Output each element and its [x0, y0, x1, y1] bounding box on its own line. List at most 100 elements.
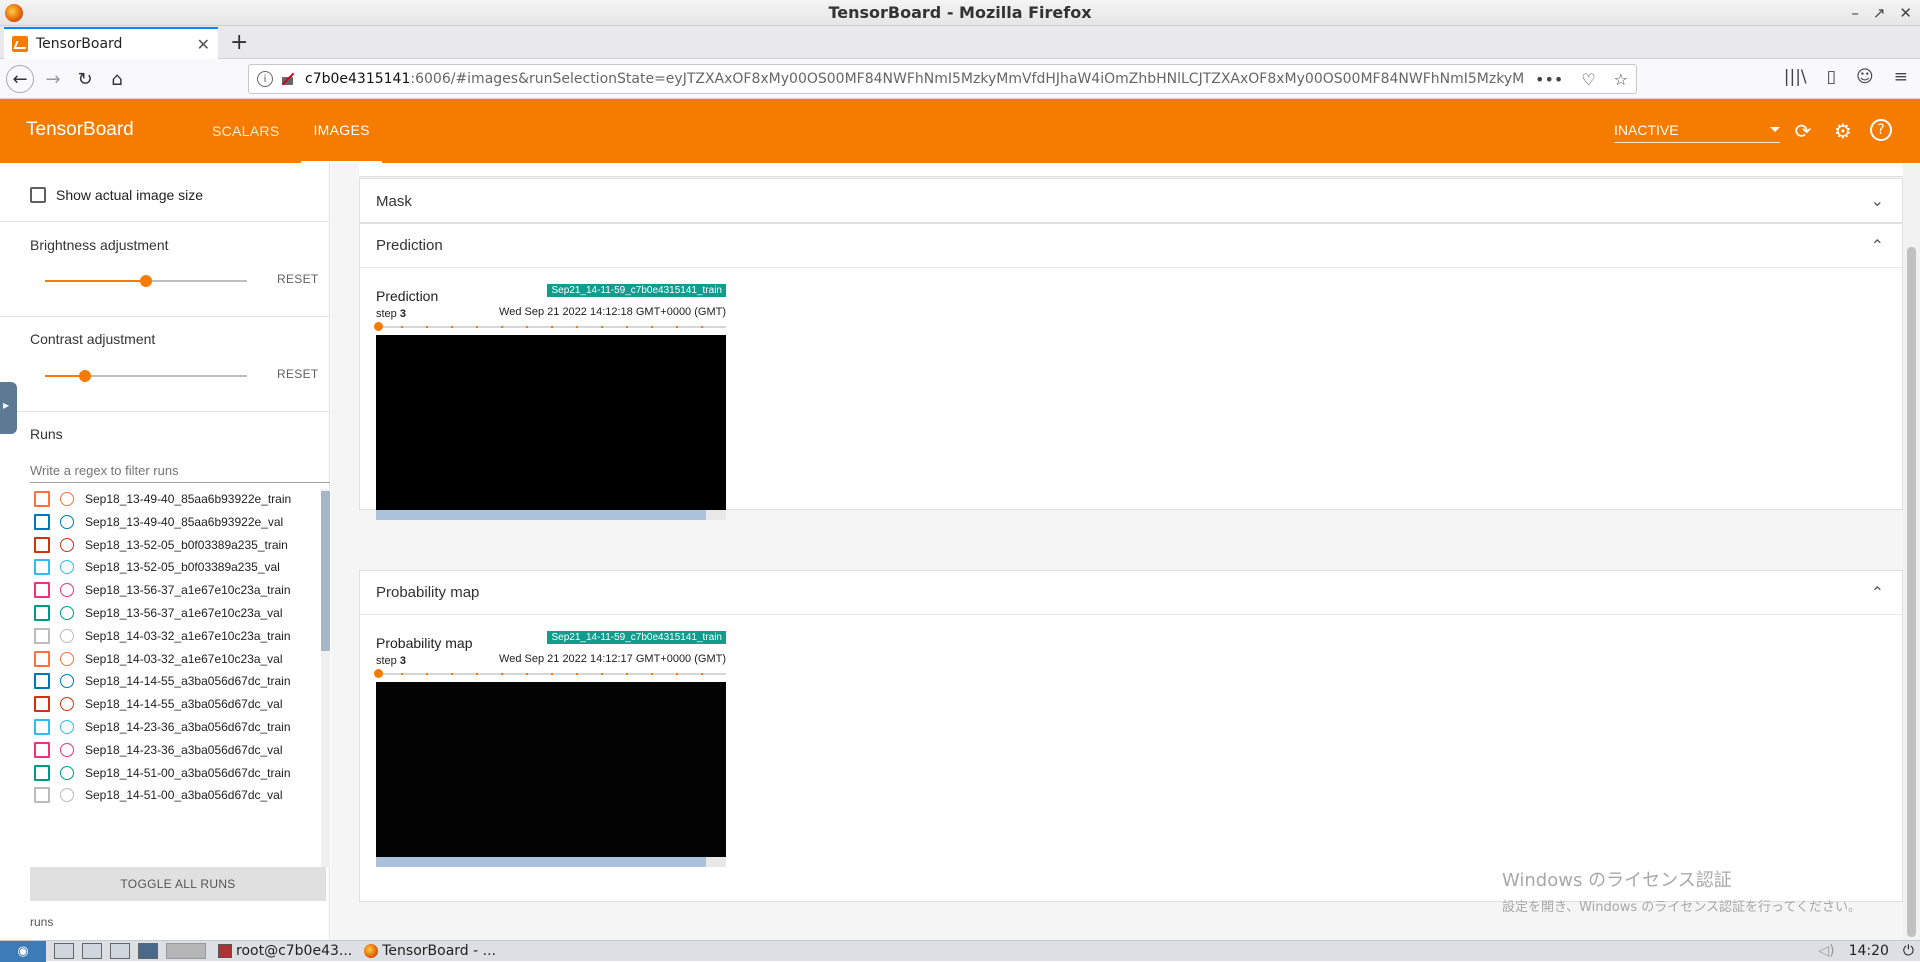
run-checkbox[interactable] [34, 696, 50, 713]
run-checkbox[interactable] [34, 764, 50, 781]
run-color-swatch[interactable] [60, 788, 74, 803]
tab-images[interactable]: IMAGES [301, 99, 382, 163]
run-item[interactable]: Sep18_14-51-00_a3ba056d67dc_train [34, 763, 291, 783]
toggle-all-runs-button[interactable]: TOGGLE ALL RUNS [30, 867, 326, 901]
run-color-swatch[interactable] [60, 697, 74, 712]
run-color-swatch[interactable] [60, 606, 74, 620]
run-checkbox[interactable] [34, 650, 50, 667]
run-color-swatch[interactable] [60, 628, 74, 643]
run-checkbox[interactable] [34, 513, 50, 530]
forward-arrow-icon[interactable]: → [40, 66, 66, 92]
insecure-lock-icon[interactable] [281, 72, 295, 86]
tab-scalars[interactable]: SCALARS [200, 99, 291, 163]
maximize-icon[interactable]: ↗ [1873, 4, 1886, 22]
run-checkbox[interactable] [34, 787, 50, 804]
run-color-swatch[interactable] [60, 742, 74, 757]
home-icon[interactable]: ⌂ [104, 66, 130, 92]
power-icon[interactable]: ⏻ [1903, 943, 1914, 959]
run-color-swatch[interactable] [60, 583, 74, 598]
run-item[interactable]: Sep18_13-49-40_85aa6b93922e_train [34, 489, 291, 509]
hamburger-menu-icon[interactable]: ≡ [1894, 67, 1908, 87]
inactive-plugins-dropdown[interactable]: INACTIVE [1614, 117, 1780, 143]
run-item[interactable]: Sep18_14-23-36_a3ba056d67dc_train [34, 717, 291, 737]
show-actual-size-checkbox[interactable] [30, 187, 46, 203]
run-color-swatch[interactable] [60, 537, 74, 552]
run-item[interactable]: Sep18_14-03-32_a1e67e10c23a_val [34, 649, 283, 669]
tab-close-icon[interactable]: ✕ [197, 35, 210, 54]
file-manager-icon[interactable] [54, 943, 74, 959]
desktop-icon[interactable] [82, 943, 102, 959]
sidebar-expand-handle[interactable] [0, 382, 17, 434]
taskbar-item-firefox[interactable]: TensorBoard - ... [364, 943, 496, 959]
refresh-icon[interactable]: ⟳ [1791, 119, 1815, 143]
step-slider-knob[interactable] [374, 322, 383, 331]
run-item[interactable]: Sep18_14-03-32_a1e67e10c23a_train [34, 626, 291, 646]
image-scrollbar[interactable] [376, 857, 726, 867]
show-actual-size-option[interactable]: Show actual image size [30, 187, 203, 203]
step-slider[interactable] [374, 669, 726, 678]
run-item[interactable]: Sep18_14-23-36_a3ba056d67dc_val [34, 740, 283, 760]
terminal-launcher-icon[interactable] [110, 943, 130, 959]
image-scroll-thumb[interactable] [376, 510, 706, 520]
runs-filter-input[interactable] [30, 459, 330, 483]
start-menu-button[interactable]: ◉ [0, 940, 46, 962]
section-header[interactable]: Prediction ⌃ [360, 224, 1902, 268]
url-bar[interactable]: i c7b0e4315141 :6006/#images&runSelectio… [248, 64, 1637, 94]
back-arrow-icon[interactable]: ← [6, 65, 34, 93]
contrast-reset-button[interactable]: RESET [277, 367, 319, 381]
run-item[interactable]: Sep18_14-51-00_a3ba056d67dc_val [34, 785, 283, 805]
run-color-swatch[interactable] [60, 674, 74, 689]
run-checkbox[interactable] [34, 605, 50, 621]
new-tab-button[interactable]: + [230, 30, 248, 55]
settings-icon[interactable]: ⚙ [1831, 119, 1855, 143]
step-slider[interactable] [374, 322, 726, 331]
image-scroll-thumb[interactable] [376, 857, 706, 867]
brightness-slider[interactable] [45, 275, 247, 287]
brightness-slider-knob[interactable] [140, 275, 152, 287]
run-item[interactable]: Sep18_13-49-40_85aa6b93922e_val [34, 512, 283, 532]
library-icon[interactable]: |||\ [1784, 67, 1807, 87]
section-mask[interactable]: Mask ⌄ [359, 178, 1903, 223]
chevron-up-icon[interactable]: ⌃ [1871, 583, 1884, 603]
run-checkbox[interactable] [34, 673, 50, 690]
run-checkbox[interactable] [34, 719, 50, 735]
run-checkbox[interactable] [34, 536, 50, 553]
run-item[interactable]: Sep18_14-14-55_a3ba056d67dc_val [34, 694, 283, 714]
run-checkbox[interactable] [34, 582, 50, 599]
run-item[interactable]: Sep18_13-52-05_b0f03389a235_train [34, 535, 288, 555]
run-item[interactable]: Sep18_13-56-37_a1e67e10c23a_train [34, 580, 291, 600]
page-actions-icon[interactable]: ••• [1535, 70, 1563, 89]
main-scrollbar[interactable] [1903, 163, 1920, 940]
section-header[interactable]: Mask ⌄ [360, 179, 1902, 223]
reload-icon[interactable]: ↻ [72, 66, 98, 92]
firefox-launcher-icon[interactable] [138, 943, 158, 959]
main-scroll-thumb[interactable] [1907, 247, 1916, 937]
pocket-icon[interactable]: ♡ [1581, 70, 1595, 89]
step-slider-knob[interactable] [374, 669, 383, 678]
run-color-swatch[interactable] [60, 514, 74, 529]
image-scrollbar[interactable] [376, 510, 726, 520]
info-icon[interactable]: i [257, 71, 273, 87]
volume-icon[interactable]: ◁) [1818, 943, 1834, 959]
run-item[interactable]: Sep18_14-14-55_a3ba056d67dc_train [34, 671, 291, 691]
run-color-swatch[interactable] [60, 560, 74, 575]
run-color-swatch[interactable] [60, 651, 74, 666]
workspace-switcher[interactable] [166, 943, 206, 959]
run-color-swatch[interactable] [60, 720, 74, 734]
taskbar-item-terminal[interactable]: root@c7b0e43... [218, 943, 352, 959]
browser-tab[interactable]: TensorBoard ✕ [4, 27, 218, 59]
run-color-swatch[interactable] [60, 765, 74, 780]
run-item[interactable]: Sep18_13-52-05_b0f03389a235_val [34, 557, 280, 577]
run-checkbox[interactable] [34, 741, 50, 758]
sidebar-toggle-icon[interactable]: ▯ [1827, 67, 1836, 87]
run-checkbox[interactable] [34, 559, 50, 576]
contrast-slider[interactable] [45, 370, 247, 382]
run-color-swatch[interactable] [60, 492, 74, 506]
runs-scroll-thumb[interactable] [321, 491, 330, 651]
account-icon[interactable]: ☺ [1856, 67, 1874, 87]
close-icon[interactable]: ✕ [1899, 4, 1912, 22]
minimize-icon[interactable]: – [1851, 4, 1859, 22]
contrast-slider-knob[interactable] [79, 370, 92, 382]
run-item[interactable]: Sep18_13-56-37_a1e67e10c23a_val [34, 603, 283, 623]
chevron-up-icon[interactable]: ⌃ [1871, 236, 1884, 256]
